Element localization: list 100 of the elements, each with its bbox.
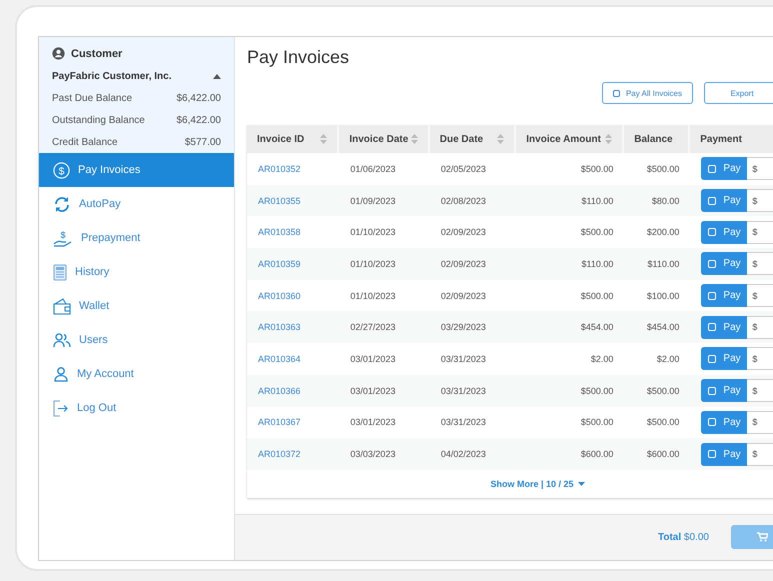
invoice-link[interactable]: AR010372 xyxy=(258,449,301,460)
caret-icon[interactable] xyxy=(213,74,221,79)
table-cell: 02/09/2023 xyxy=(440,290,486,301)
table-cell: $500.00 xyxy=(580,164,614,174)
table-cell: $2.00 xyxy=(656,354,680,364)
table-cell: 04/02/2023 xyxy=(440,449,486,460)
amount-field[interactable]: $ xyxy=(747,410,773,434)
pay-label: Pay xyxy=(723,385,741,396)
total-text: Total $0.00 xyxy=(658,532,709,543)
nav-item[interactable]: $ Pay Invoices xyxy=(39,153,234,187)
nav-item[interactable]: Log Out xyxy=(39,391,234,425)
table-cell: $500.00 xyxy=(646,417,680,428)
pay-all-button[interactable]: Pay All Invoices xyxy=(602,82,693,104)
cart-button[interactable] xyxy=(730,525,773,550)
invoice-link[interactable]: AR010359 xyxy=(258,258,301,269)
amount-field[interactable]: $ xyxy=(747,252,773,276)
nav-item[interactable]: AutoPay xyxy=(39,187,234,221)
amount-field[interactable]: $ xyxy=(747,157,773,180)
table-cell: 02/09/2023 xyxy=(440,227,486,238)
pay-label: Pay xyxy=(723,416,741,428)
user-icon xyxy=(53,366,69,382)
amount-field[interactable]: $ xyxy=(747,347,773,370)
pay-button[interactable]: Pay xyxy=(701,189,748,212)
table-cell: $100.00 xyxy=(646,290,680,301)
pay-all-label: Pay All Invoices xyxy=(626,88,682,98)
table-cell: 03/01/2023 xyxy=(350,386,396,396)
column-label: Invoice ID xyxy=(257,134,304,144)
balance-value: $6,422.00 xyxy=(176,114,221,126)
amount-field[interactable]: $ xyxy=(747,379,773,402)
table-cell: 03/29/2023 xyxy=(440,322,486,332)
nav-item[interactable]: My Account xyxy=(39,357,234,391)
column-label: Due Date xyxy=(440,134,484,144)
table-cell: 01/10/2023 xyxy=(350,290,396,301)
balance-label: Past Due Balance xyxy=(52,92,132,104)
pay-button[interactable]: Pay xyxy=(701,442,748,466)
invoice-link[interactable]: AR010360 xyxy=(258,290,301,301)
nav-item[interactable]: $ Prepayment xyxy=(39,221,234,255)
column-label: Payment xyxy=(700,134,742,144)
logout-icon xyxy=(53,400,69,416)
pay-button[interactable]: Pay xyxy=(701,220,748,244)
table-cell: $600.00 xyxy=(580,449,614,460)
table-cell: $500.00 xyxy=(580,290,614,301)
invoice-link[interactable]: AR010352 xyxy=(258,164,301,174)
table-cell: 01/06/2023 xyxy=(350,164,396,174)
balance-label: Outstanding Balance xyxy=(52,114,145,126)
show-more-link[interactable]: Show More | 10 / 25 xyxy=(490,478,574,489)
table-cell: 02/09/2023 xyxy=(440,258,486,269)
table-cell: $200.00 xyxy=(646,227,680,238)
pay-button[interactable]: Pay xyxy=(701,316,748,339)
invoice-link[interactable]: AR010367 xyxy=(258,417,301,428)
pay-label: Pay xyxy=(723,258,741,270)
table-cell: $110.00 xyxy=(582,196,614,206)
nav-item[interactable]: Users xyxy=(39,323,234,357)
pay-label: Pay xyxy=(723,448,741,460)
table-cell: $110.00 xyxy=(582,258,614,269)
caret-down-icon[interactable] xyxy=(578,482,585,486)
amount-field[interactable]: $ xyxy=(747,284,773,308)
cart-icon xyxy=(756,532,768,542)
invoice-link[interactable]: AR010366 xyxy=(258,386,301,396)
calculator-icon xyxy=(53,264,67,280)
balance-value: $6,422.00 xyxy=(176,92,221,104)
amount-field[interactable]: $ xyxy=(747,220,773,244)
account-name: PayFabric Customer, Inc. xyxy=(52,71,172,82)
invoice-link[interactable]: AR010355 xyxy=(258,196,301,206)
table-cell: 03/31/2023 xyxy=(440,386,486,396)
pay-button[interactable]: Pay xyxy=(701,157,748,180)
table-cell: 03/31/2023 xyxy=(440,417,486,428)
refresh-icon xyxy=(53,196,71,212)
pay-button[interactable]: Pay xyxy=(701,252,748,276)
pay-button[interactable]: Pay xyxy=(701,410,748,434)
table-cell: $500.00 xyxy=(646,164,680,174)
table-cell: 03/31/2023 xyxy=(440,354,486,364)
invoice-link[interactable]: AR010363 xyxy=(258,322,301,332)
table-cell: 01/09/2023 xyxy=(350,196,396,206)
table-cell: 02/08/2023 xyxy=(440,196,486,206)
nav-item[interactable]: History xyxy=(39,255,234,289)
pay-label: Pay xyxy=(723,290,741,302)
pay-button[interactable]: Pay xyxy=(701,379,748,402)
invoice-link[interactable]: AR010364 xyxy=(258,354,301,364)
wallet-icon xyxy=(53,298,71,314)
table-cell: $80.00 xyxy=(652,196,680,206)
pay-button[interactable]: Pay xyxy=(701,284,748,308)
column-label: Invoice Date xyxy=(349,134,408,144)
table-cell: 03/01/2023 xyxy=(350,354,396,364)
amount-field[interactable]: $ xyxy=(747,442,773,466)
checkbox-icon[interactable] xyxy=(612,90,620,96)
nav-item[interactable]: Wallet xyxy=(39,289,234,323)
pay-label: Pay xyxy=(723,226,741,238)
invoice-link[interactable]: AR010358 xyxy=(258,227,301,238)
column-label: Balance xyxy=(634,134,673,144)
table-cell: $2.00 xyxy=(590,354,614,364)
customer-label: Customer xyxy=(71,48,122,60)
amount-field[interactable]: $ xyxy=(747,316,773,339)
amount-field[interactable]: $ xyxy=(747,189,773,212)
pay-button[interactable]: Pay xyxy=(701,347,748,370)
pay-label: Pay xyxy=(723,163,741,174)
export-button[interactable]: Export xyxy=(704,82,773,104)
table-cell: $500.00 xyxy=(580,417,614,428)
balance-value: $577.00 xyxy=(184,136,221,148)
pay-label: Pay xyxy=(723,195,741,206)
